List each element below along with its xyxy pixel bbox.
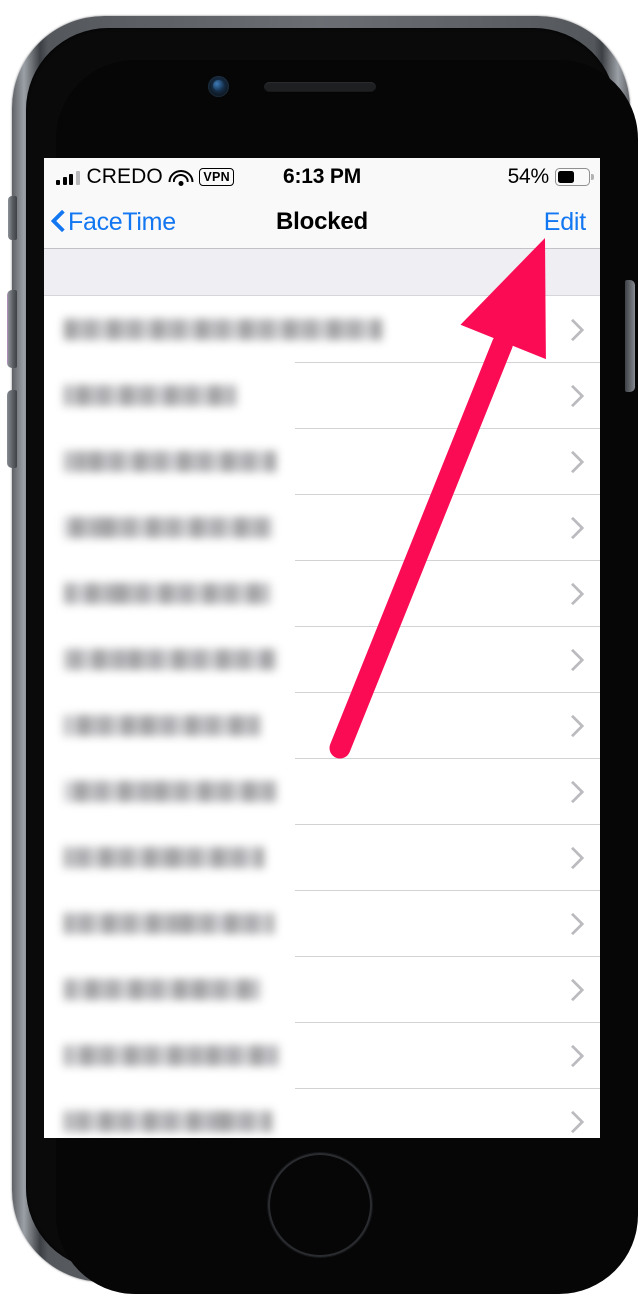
chevron-right-icon: [565, 318, 578, 340]
chevron-right-icon: [565, 1044, 578, 1066]
blocked-contact-name-redacted: [64, 582, 270, 604]
status-bar: CREDO VPN 6:13 PM 54%: [44, 158, 600, 196]
blocked-contact-name-redacted: [64, 846, 264, 868]
battery-icon: [555, 168, 594, 186]
power-button[interactable]: [625, 280, 635, 392]
blocked-contact-name-redacted: [64, 1044, 278, 1066]
blocked-contact-name-redacted: [64, 384, 236, 406]
chevron-right-icon: [565, 912, 578, 934]
blocked-contact-row[interactable]: [44, 1088, 600, 1138]
blocked-contacts-list: [44, 296, 600, 1138]
blocked-contact-row[interactable]: [44, 692, 600, 758]
blocked-contact-name-redacted: [64, 318, 382, 340]
front-camera-icon: [208, 76, 229, 97]
home-button[interactable]: [266, 1151, 374, 1259]
blocked-contact-name-redacted: [64, 1110, 272, 1132]
navigation-bar: FaceTime Blocked Edit: [44, 196, 600, 249]
blocked-contact-name-redacted: [64, 978, 260, 1000]
volume-down-button[interactable]: [7, 390, 17, 468]
blocked-contact-name-redacted: [64, 648, 276, 670]
blocked-contact-row[interactable]: [44, 626, 600, 692]
blocked-contact-row[interactable]: [44, 296, 600, 362]
chevron-right-icon: [565, 648, 578, 670]
volume-up-button[interactable]: [7, 290, 17, 368]
chevron-right-icon: [565, 846, 578, 868]
chevron-right-icon: [565, 384, 578, 406]
section-header-band: [44, 249, 600, 296]
chevron-right-icon: [565, 978, 578, 1000]
blocked-contact-name-redacted: [64, 714, 260, 736]
blocked-contact-row[interactable]: [44, 1022, 600, 1088]
chevron-right-icon: [565, 450, 578, 472]
blocked-contact-row[interactable]: [44, 824, 600, 890]
earpiece-speaker-icon: [264, 82, 376, 93]
blocked-contact-name-redacted: [64, 516, 272, 538]
chevron-right-icon: [565, 516, 578, 538]
blocked-contact-row[interactable]: [44, 890, 600, 956]
blocked-contact-row[interactable]: [44, 428, 600, 494]
edit-button[interactable]: Edit: [544, 208, 586, 237]
chevron-right-icon: [565, 1110, 578, 1132]
blocked-contact-row[interactable]: [44, 362, 600, 428]
phone-screen: CREDO VPN 6:13 PM 54% FaceTime Blocked E: [44, 158, 600, 1138]
blocked-contact-name-redacted: [64, 912, 274, 934]
battery-fill: [557, 170, 574, 184]
blocked-contact-name-redacted: [64, 780, 276, 802]
blocked-contact-row[interactable]: [44, 560, 600, 626]
battery-percent-label: 54%: [507, 165, 550, 188]
blocked-contact-row[interactable]: [44, 956, 600, 1022]
mute-switch-button[interactable]: [8, 196, 17, 240]
page-title: Blocked: [276, 208, 368, 235]
blocked-contact-row[interactable]: [44, 758, 600, 824]
phone-frame: CREDO VPN 6:13 PM 54% FaceTime Blocked E: [0, 0, 642, 1298]
chevron-right-icon: [565, 714, 578, 736]
chevron-right-icon: [565, 780, 578, 802]
blocked-contact-name-redacted: [64, 450, 276, 472]
status-bar-right: 54%: [507, 165, 594, 189]
blocked-contact-row[interactable]: [44, 494, 600, 560]
chevron-right-icon: [565, 582, 578, 604]
